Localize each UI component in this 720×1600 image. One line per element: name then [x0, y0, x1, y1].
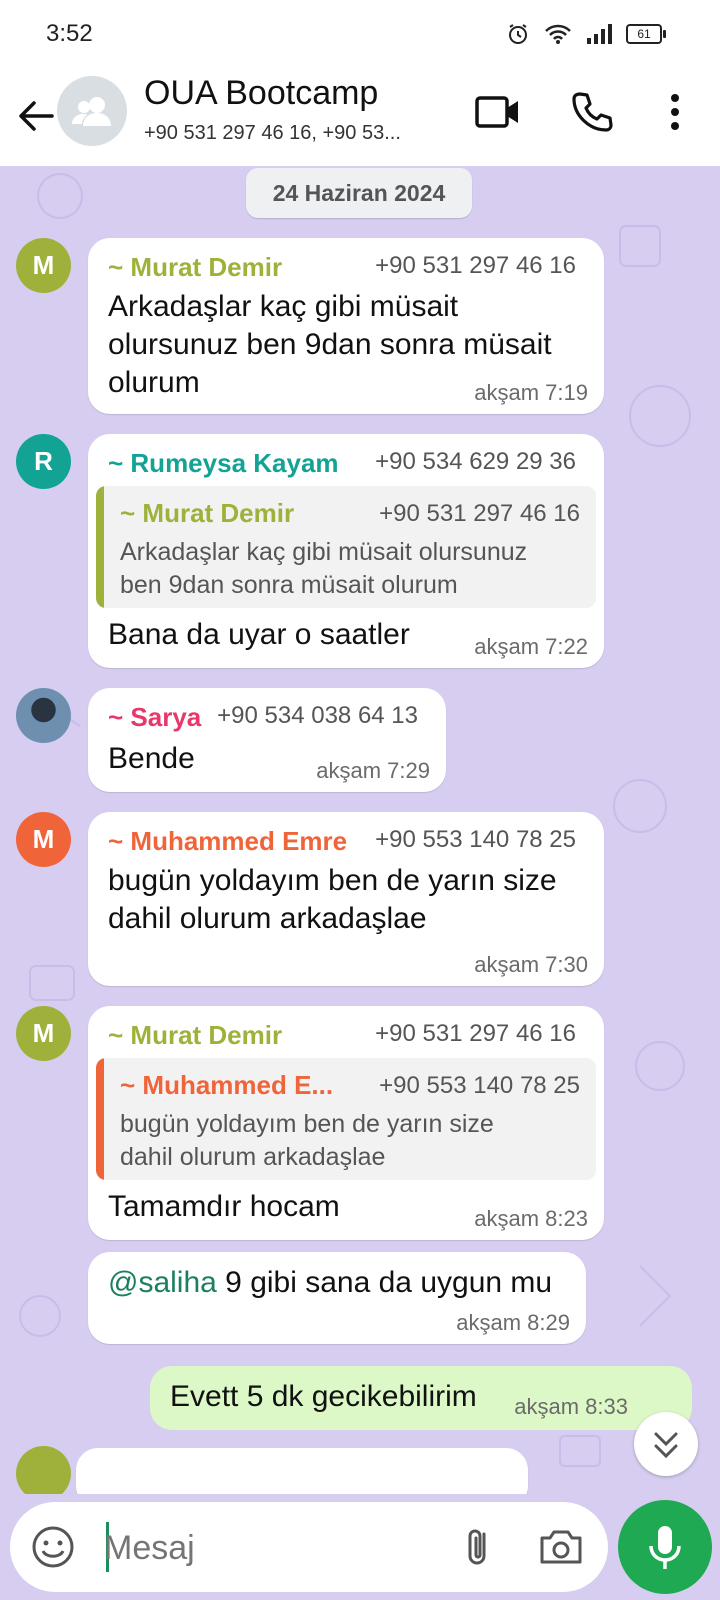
alarm-icon [509, 24, 527, 44]
sender-phone: +90 534 629 29 36 [375, 448, 576, 475]
composer-bar [0, 1494, 720, 1600]
message-input[interactable] [102, 1520, 436, 1576]
emoji-icon[interactable] [30, 1524, 76, 1570]
avatar-photo[interactable] [16, 688, 71, 743]
message-text-line: @saliha 9 gibi sana da uygun mu [108, 1264, 552, 1302]
sender-name[interactable]: ~ Sarya [108, 702, 201, 733]
message-text-line: dahil olurum arkadaşlae [108, 902, 427, 935]
quote-sender: ~ Muhammed E... [120, 1070, 334, 1100]
message-time: akşam 8:23 [474, 1206, 588, 1231]
message-time: akşam 7:30 [474, 952, 588, 977]
wifi-icon [545, 24, 571, 44]
sender-phone: +90 534 038 64 13 [217, 702, 418, 729]
avatar[interactable]: M [16, 238, 71, 293]
outgoing-message-bubble[interactable]: Evett 5 dk gecikebilirim akşam 8:33 [150, 1366, 692, 1430]
avatar[interactable] [16, 1446, 71, 1494]
chat-title[interactable]: OUA Bootcamp [144, 74, 378, 113]
chat-area[interactable]: 24 Haziran 2024 M ~ Murat Demir +90 531 … [0, 166, 720, 1494]
message-time: akşam 8:33 [514, 1394, 628, 1419]
message-bubble[interactable]: ~ Rumeysa Kayam +90 534 629 29 36 ~ Mura… [88, 434, 604, 668]
camera-icon[interactable] [536, 1524, 586, 1570]
message-bubble[interactable]: ~ Murat Demir +90 531 297 46 16 Arkadaşl… [88, 238, 604, 414]
status-icons: 61 [506, 22, 666, 46]
quote-text-line: bugün yoldayım ben de yarın size [120, 1110, 494, 1138]
more-vert-icon[interactable] [660, 90, 690, 134]
date-chip: 24 Haziran 2024 [246, 168, 472, 218]
message-bubble[interactable]: ~ Sarya +90 534 038 64 13 Bende akşam 7:… [88, 688, 446, 792]
avatar[interactable]: M [16, 1006, 71, 1061]
phone-icon[interactable] [570, 90, 614, 134]
quote-text-line: Arkadaşlar kaç gibi müsait olursunuz [120, 538, 528, 566]
sender-name[interactable]: ~ Murat Demir [108, 1020, 282, 1051]
avatar[interactable]: M [16, 812, 71, 867]
quote-sender: ~ Murat Demir [120, 498, 295, 528]
message-text-line: Bana da uyar o saatler [108, 618, 410, 651]
message-time: akşam 7:29 [316, 758, 430, 783]
sender-phone: +90 531 297 46 16 [375, 1020, 576, 1047]
message-text-line: olursunuz ben 9dan sonra müsait [108, 328, 552, 361]
group-icon [72, 97, 111, 126]
quoted-message[interactable]: ~ Murat Demir +90 531 297 46 16 Arkadaşl… [96, 486, 596, 608]
quote-bar [96, 1058, 104, 1180]
quoted-message[interactable]: ~ Muhammed E... +90 553 140 78 25 bugün … [96, 1058, 596, 1180]
message-text: 9 gibi sana da uygun mu [216, 1266, 553, 1299]
paperclip-icon[interactable] [456, 1524, 502, 1570]
composer-pill [10, 1502, 608, 1592]
quote-text-line: ben 9dan sonra müsait olurum [120, 571, 458, 599]
status-time: 3:52 [46, 20, 93, 47]
sender-phone: +90 553 140 78 25 [375, 826, 576, 853]
message-bubble[interactable]: ~ Muhammed Emre +90 553 140 78 25 bugün … [88, 812, 604, 986]
message-text-line: Tamamdır hocam [108, 1190, 340, 1223]
status-bar: 3:52 61 [0, 0, 720, 70]
group-avatar[interactable] [57, 76, 127, 146]
mic-button[interactable] [618, 1500, 712, 1594]
sender-name[interactable]: ~ Rumeysa Kayam [108, 448, 339, 479]
quote-bar [96, 486, 104, 608]
mention-link[interactable]: @saliha [108, 1266, 217, 1299]
message-time: akşam 7:22 [474, 634, 588, 659]
sender-phone: +90 531 297 46 16 [375, 252, 576, 279]
message-bubble[interactable]: @saliha 9 gibi sana da uygun mu akşam 8:… [88, 1252, 586, 1344]
double-chevron-down-icon [654, 1432, 678, 1459]
message-text-line: Arkadaşlar kaç gibi müsait [108, 290, 459, 323]
chat-subtitle[interactable]: +90 531 297 46 16, +90 53... [144, 122, 444, 145]
quote-phone: +90 553 140 78 25 [379, 1072, 580, 1099]
scroll-to-bottom-button[interactable] [634, 1412, 698, 1476]
message-bubble[interactable]: ~ Murat Demir +90 531 297 46 16 ~ Muhamm… [88, 1006, 604, 1240]
message-text-line: bugün yoldayım ben de yarın size [108, 864, 557, 897]
chat-header: OUA Bootcamp +90 531 297 46 16, +90 53..… [0, 70, 720, 166]
back-arrow-icon[interactable] [14, 94, 58, 138]
message-time: akşam 7:19 [474, 380, 588, 405]
battery-icon: 61 [626, 24, 666, 44]
avatar[interactable]: R [16, 434, 71, 489]
signal-icon [587, 24, 612, 44]
message-text-line: olurum [108, 366, 200, 399]
quote-text-line: dahil olurum arkadaşlae [120, 1143, 386, 1171]
video-camera-icon[interactable] [474, 92, 522, 132]
quote-phone: +90 531 297 46 16 [379, 500, 580, 527]
mic-icon [649, 1526, 681, 1569]
message-text-line: Evett 5 dk gecikebilirim [170, 1380, 477, 1413]
sender-name[interactable]: ~ Murat Demir [108, 252, 282, 283]
message-bubble[interactable] [76, 1448, 528, 1494]
message-text-line: Bende [108, 742, 195, 775]
message-time: akşam 8:29 [456, 1310, 570, 1335]
sender-name[interactable]: ~ Muhammed Emre [108, 826, 347, 857]
